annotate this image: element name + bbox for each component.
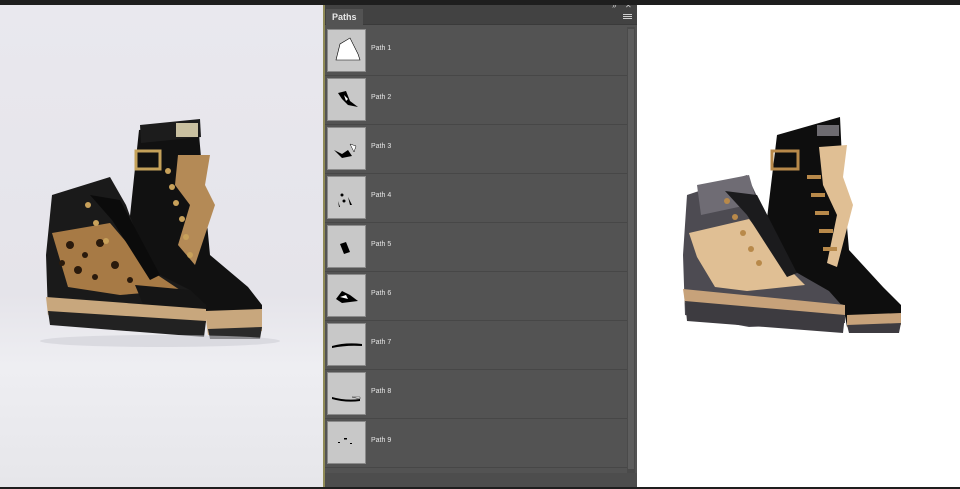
path-row-9[interactable]: Path 9 bbox=[325, 419, 627, 468]
tab-paths[interactable]: Paths bbox=[326, 9, 363, 25]
path-row-8[interactable]: Path 8 bbox=[325, 370, 627, 419]
path-row-5[interactable]: Path 5 bbox=[325, 223, 627, 272]
path-thumbnail bbox=[327, 127, 366, 170]
scrollbar-thumb[interactable] bbox=[628, 29, 634, 469]
vector-canvas bbox=[637, 5, 960, 487]
panel-footer bbox=[325, 473, 637, 487]
photo-canvas bbox=[0, 5, 323, 487]
path-thumbnail bbox=[327, 225, 366, 268]
close-icon[interactable]: ✕ bbox=[625, 5, 632, 10]
paths-panel: Paths » ✕ Path 1 Path 2 Path 3 Path 4 Pa… bbox=[325, 5, 637, 487]
path-label: Path 2 bbox=[371, 94, 392, 101]
path-thumbnail bbox=[327, 29, 366, 72]
path-label: Path 3 bbox=[371, 143, 392, 150]
boots-photo bbox=[40, 119, 280, 347]
black-boot-tag bbox=[176, 123, 198, 137]
path-thumbnail bbox=[327, 274, 366, 317]
path-row-2[interactable]: Path 2 bbox=[325, 76, 627, 125]
path-label: Path 6 bbox=[371, 290, 392, 297]
path-row-4[interactable]: Path 4 bbox=[325, 174, 627, 223]
path-label: Path 8 bbox=[371, 388, 392, 395]
path-label: Path 7 bbox=[371, 339, 392, 346]
path-label: Path 9 bbox=[371, 437, 392, 444]
path-row-1[interactable]: Path 1 bbox=[325, 27, 627, 76]
path-thumbnail bbox=[327, 78, 366, 121]
double-chevron-icon[interactable]: » bbox=[612, 5, 616, 10]
path-label: Path 1 bbox=[371, 45, 392, 52]
scrollbar[interactable] bbox=[627, 27, 635, 473]
panel-menu-icon[interactable] bbox=[623, 14, 632, 20]
path-thumbnail bbox=[327, 176, 366, 219]
boots-vector bbox=[683, 117, 901, 333]
panel-tabbar: Paths » ✕ bbox=[325, 5, 637, 25]
path-thumbnail bbox=[327, 421, 366, 464]
path-row-7[interactable]: Path 7 bbox=[325, 321, 627, 370]
path-label: Path 5 bbox=[371, 241, 392, 248]
path-list: Path 1 Path 2 Path 3 Path 4 Path 5 Path … bbox=[325, 27, 627, 468]
path-thumbnail bbox=[327, 372, 366, 415]
path-row-6[interactable]: Path 6 bbox=[325, 272, 627, 321]
vector-black-boot-tag bbox=[817, 125, 839, 136]
path-thumbnail bbox=[327, 323, 366, 366]
path-row-3[interactable]: Path 3 bbox=[325, 125, 627, 174]
path-label: Path 4 bbox=[371, 192, 392, 199]
